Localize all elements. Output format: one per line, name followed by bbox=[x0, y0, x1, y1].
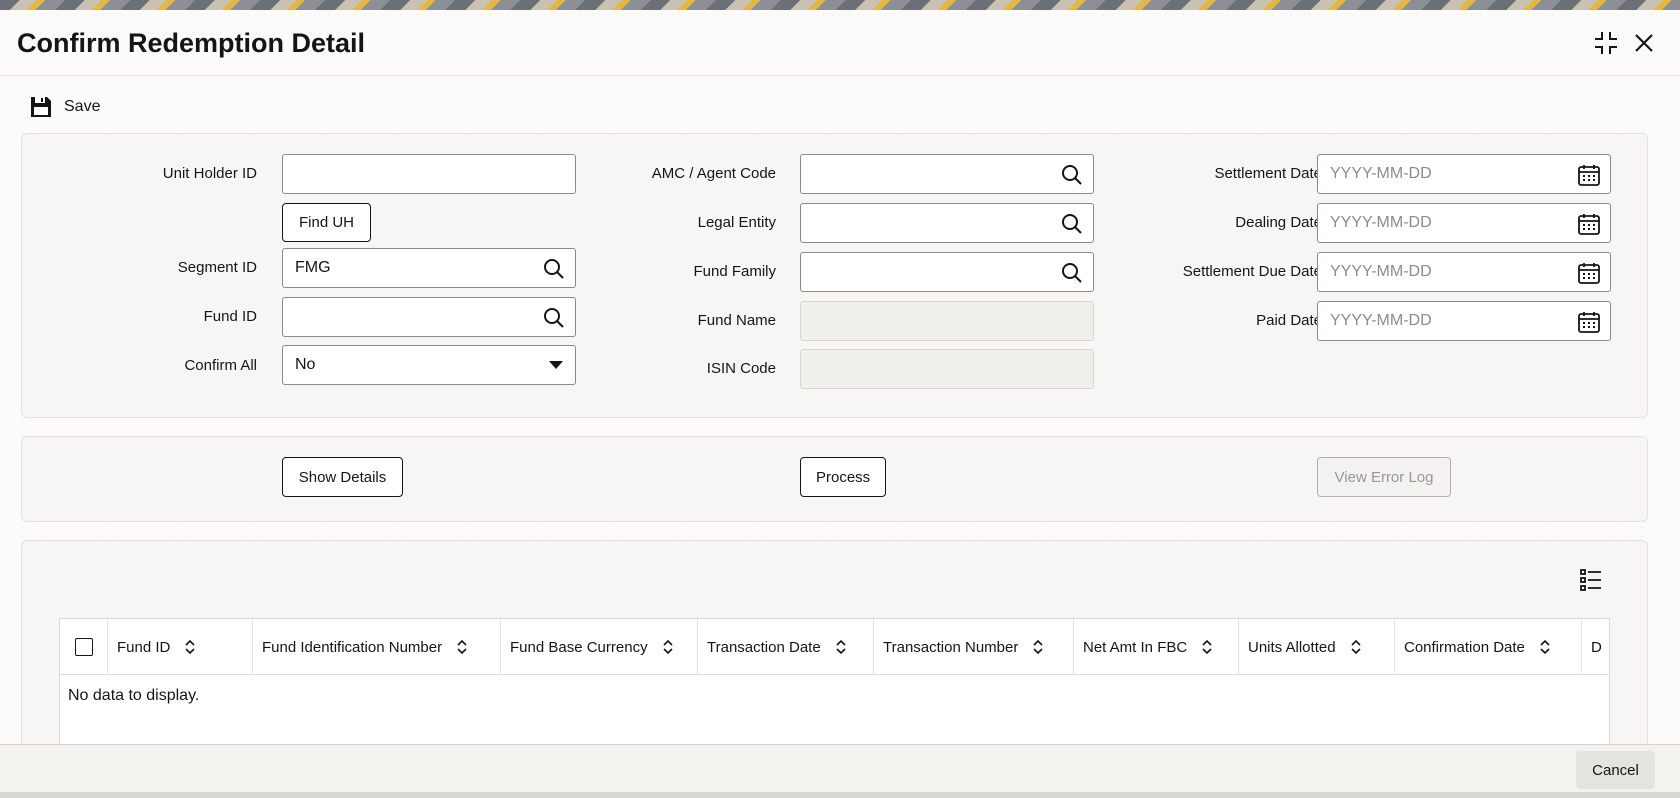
fund-id-input[interactable] bbox=[295, 298, 563, 336]
segment-id-field[interactable] bbox=[282, 248, 576, 288]
title-divider bbox=[0, 75, 1680, 76]
legal-entity-field[interactable] bbox=[800, 203, 1094, 243]
calendar-icon[interactable] bbox=[1578, 164, 1600, 186]
sort-icon[interactable] bbox=[1032, 639, 1044, 655]
amc-agent-code-field[interactable] bbox=[800, 154, 1094, 194]
confirm-all-label: Confirm All bbox=[184, 357, 257, 374]
column-title: Transaction Date bbox=[707, 638, 821, 656]
paid-date-field[interactable] bbox=[1317, 301, 1611, 341]
cancel-button[interactable]: Cancel bbox=[1576, 751, 1655, 789]
save-button[interactable]: Save bbox=[30, 92, 100, 122]
column-title: Fund Base Currency bbox=[510, 638, 648, 656]
amc-agent-code-input[interactable] bbox=[813, 155, 1081, 193]
column-header-transaction-number[interactable]: Transaction Number bbox=[874, 619, 1074, 675]
search-icon[interactable] bbox=[543, 258, 565, 280]
fund-family-label: Fund Family bbox=[693, 263, 776, 280]
settlement-due-date-field[interactable] bbox=[1317, 252, 1611, 292]
sort-icon[interactable] bbox=[456, 639, 468, 655]
paid-date-label: Paid Date bbox=[1256, 312, 1322, 329]
fund-family-field[interactable] bbox=[800, 252, 1094, 292]
column-header-transaction-date[interactable]: Transaction Date bbox=[698, 619, 874, 675]
column-title: Units Allotted bbox=[1248, 638, 1336, 656]
paid-date-input[interactable] bbox=[1330, 302, 1598, 340]
select-all-cell bbox=[60, 619, 108, 675]
column-title: Transaction Number bbox=[883, 638, 1019, 656]
banner-strip bbox=[0, 0, 1680, 10]
show-details-button[interactable]: Show Details bbox=[282, 457, 403, 497]
page-title: Confirm Redemption Detail bbox=[17, 28, 366, 58]
settlement-date-input[interactable] bbox=[1330, 155, 1598, 193]
isin-code-label: ISIN Code bbox=[706, 360, 776, 377]
calendar-icon[interactable] bbox=[1578, 213, 1600, 235]
settlement-date-label: Settlement Date bbox=[1214, 165, 1322, 182]
column-header-fund-base-currency[interactable]: Fund Base Currency bbox=[501, 619, 698, 675]
footer-bar bbox=[0, 745, 1680, 798]
column-title: Fund Identification Number bbox=[262, 638, 443, 656]
fund-id-field[interactable] bbox=[282, 297, 576, 337]
unit-holder-id-label: Unit Holder ID bbox=[162, 165, 257, 182]
segment-id-label: Segment ID bbox=[177, 259, 257, 276]
settlement-due-date-input[interactable] bbox=[1330, 253, 1598, 291]
fund-id-label: Fund ID bbox=[203, 308, 257, 325]
empty-table-message: No data to display. bbox=[68, 687, 200, 704]
settlement-date-field[interactable] bbox=[1317, 154, 1611, 194]
column-title: Confirmation Date bbox=[1404, 638, 1525, 656]
dealing-date-label: Dealing Date bbox=[1235, 214, 1322, 231]
close-icon[interactable] bbox=[1629, 28, 1659, 58]
search-icon[interactable] bbox=[543, 307, 565, 329]
fund-name-field bbox=[800, 301, 1094, 341]
sort-icon[interactable] bbox=[835, 639, 847, 655]
column-header-fund-id[interactable]: Fund ID bbox=[108, 619, 253, 675]
floppy-disk-icon bbox=[31, 97, 51, 117]
segment-id-input[interactable] bbox=[295, 249, 563, 287]
column-header-truncated[interactable]: D bbox=[1582, 619, 1609, 675]
legal-entity-input[interactable] bbox=[813, 204, 1081, 242]
column-header-units-allotted[interactable]: Units Allotted bbox=[1239, 619, 1395, 675]
sort-icon[interactable] bbox=[662, 639, 674, 655]
calendar-icon[interactable] bbox=[1578, 262, 1600, 284]
calendar-icon[interactable] bbox=[1578, 311, 1600, 333]
confirm-all-select[interactable]: No bbox=[282, 345, 576, 385]
column-header-net-amt-in-fbc[interactable]: Net Amt In FBC bbox=[1074, 619, 1239, 675]
fund-family-input[interactable] bbox=[813, 253, 1081, 291]
column-title: Net Amt In FBC bbox=[1083, 638, 1188, 656]
sort-icon[interactable] bbox=[184, 639, 196, 655]
maximize-icon[interactable] bbox=[1591, 28, 1621, 58]
column-title: Fund ID bbox=[117, 638, 171, 656]
find-uh-button[interactable]: Find UH bbox=[282, 203, 371, 242]
settlement-due-date-label: Settlement Due Date bbox=[1182, 263, 1322, 280]
search-icon[interactable] bbox=[1061, 213, 1083, 235]
column-title: D bbox=[1591, 638, 1602, 656]
amc-agent-code-label: AMC / Agent Code bbox=[651, 165, 776, 182]
sort-icon[interactable] bbox=[1350, 639, 1362, 655]
legal-entity-label: Legal Entity bbox=[697, 214, 776, 231]
sort-icon[interactable] bbox=[1539, 639, 1551, 655]
search-icon[interactable] bbox=[1061, 262, 1083, 284]
dealing-date-input[interactable] bbox=[1330, 204, 1598, 242]
process-button[interactable]: Process bbox=[800, 457, 886, 497]
column-header-fund-identification-number[interactable]: Fund Identification Number bbox=[253, 619, 501, 675]
unit-holder-id-input[interactable] bbox=[295, 155, 563, 193]
view-error-log-button: View Error Log bbox=[1317, 457, 1451, 497]
search-icon[interactable] bbox=[1061, 164, 1083, 186]
select-all-checkbox[interactable] bbox=[74, 638, 93, 656]
sort-icon[interactable] bbox=[1201, 639, 1213, 655]
confirm-all-value: No bbox=[295, 356, 316, 373]
table-header-row: Fund ID Fund Identification Number Fund … bbox=[60, 619, 1609, 675]
chevron-down-icon bbox=[549, 361, 563, 369]
isin-code-field bbox=[800, 349, 1094, 389]
column-header-confirmation-date[interactable]: Confirmation Date bbox=[1395, 619, 1582, 675]
dealing-date-field[interactable] bbox=[1317, 203, 1611, 243]
unit-holder-id-field[interactable] bbox=[282, 154, 576, 194]
fund-name-label: Fund Name bbox=[697, 312, 776, 329]
save-label: Save bbox=[64, 98, 101, 115]
list-icon[interactable] bbox=[1580, 569, 1602, 591]
bottom-edge bbox=[0, 792, 1680, 798]
